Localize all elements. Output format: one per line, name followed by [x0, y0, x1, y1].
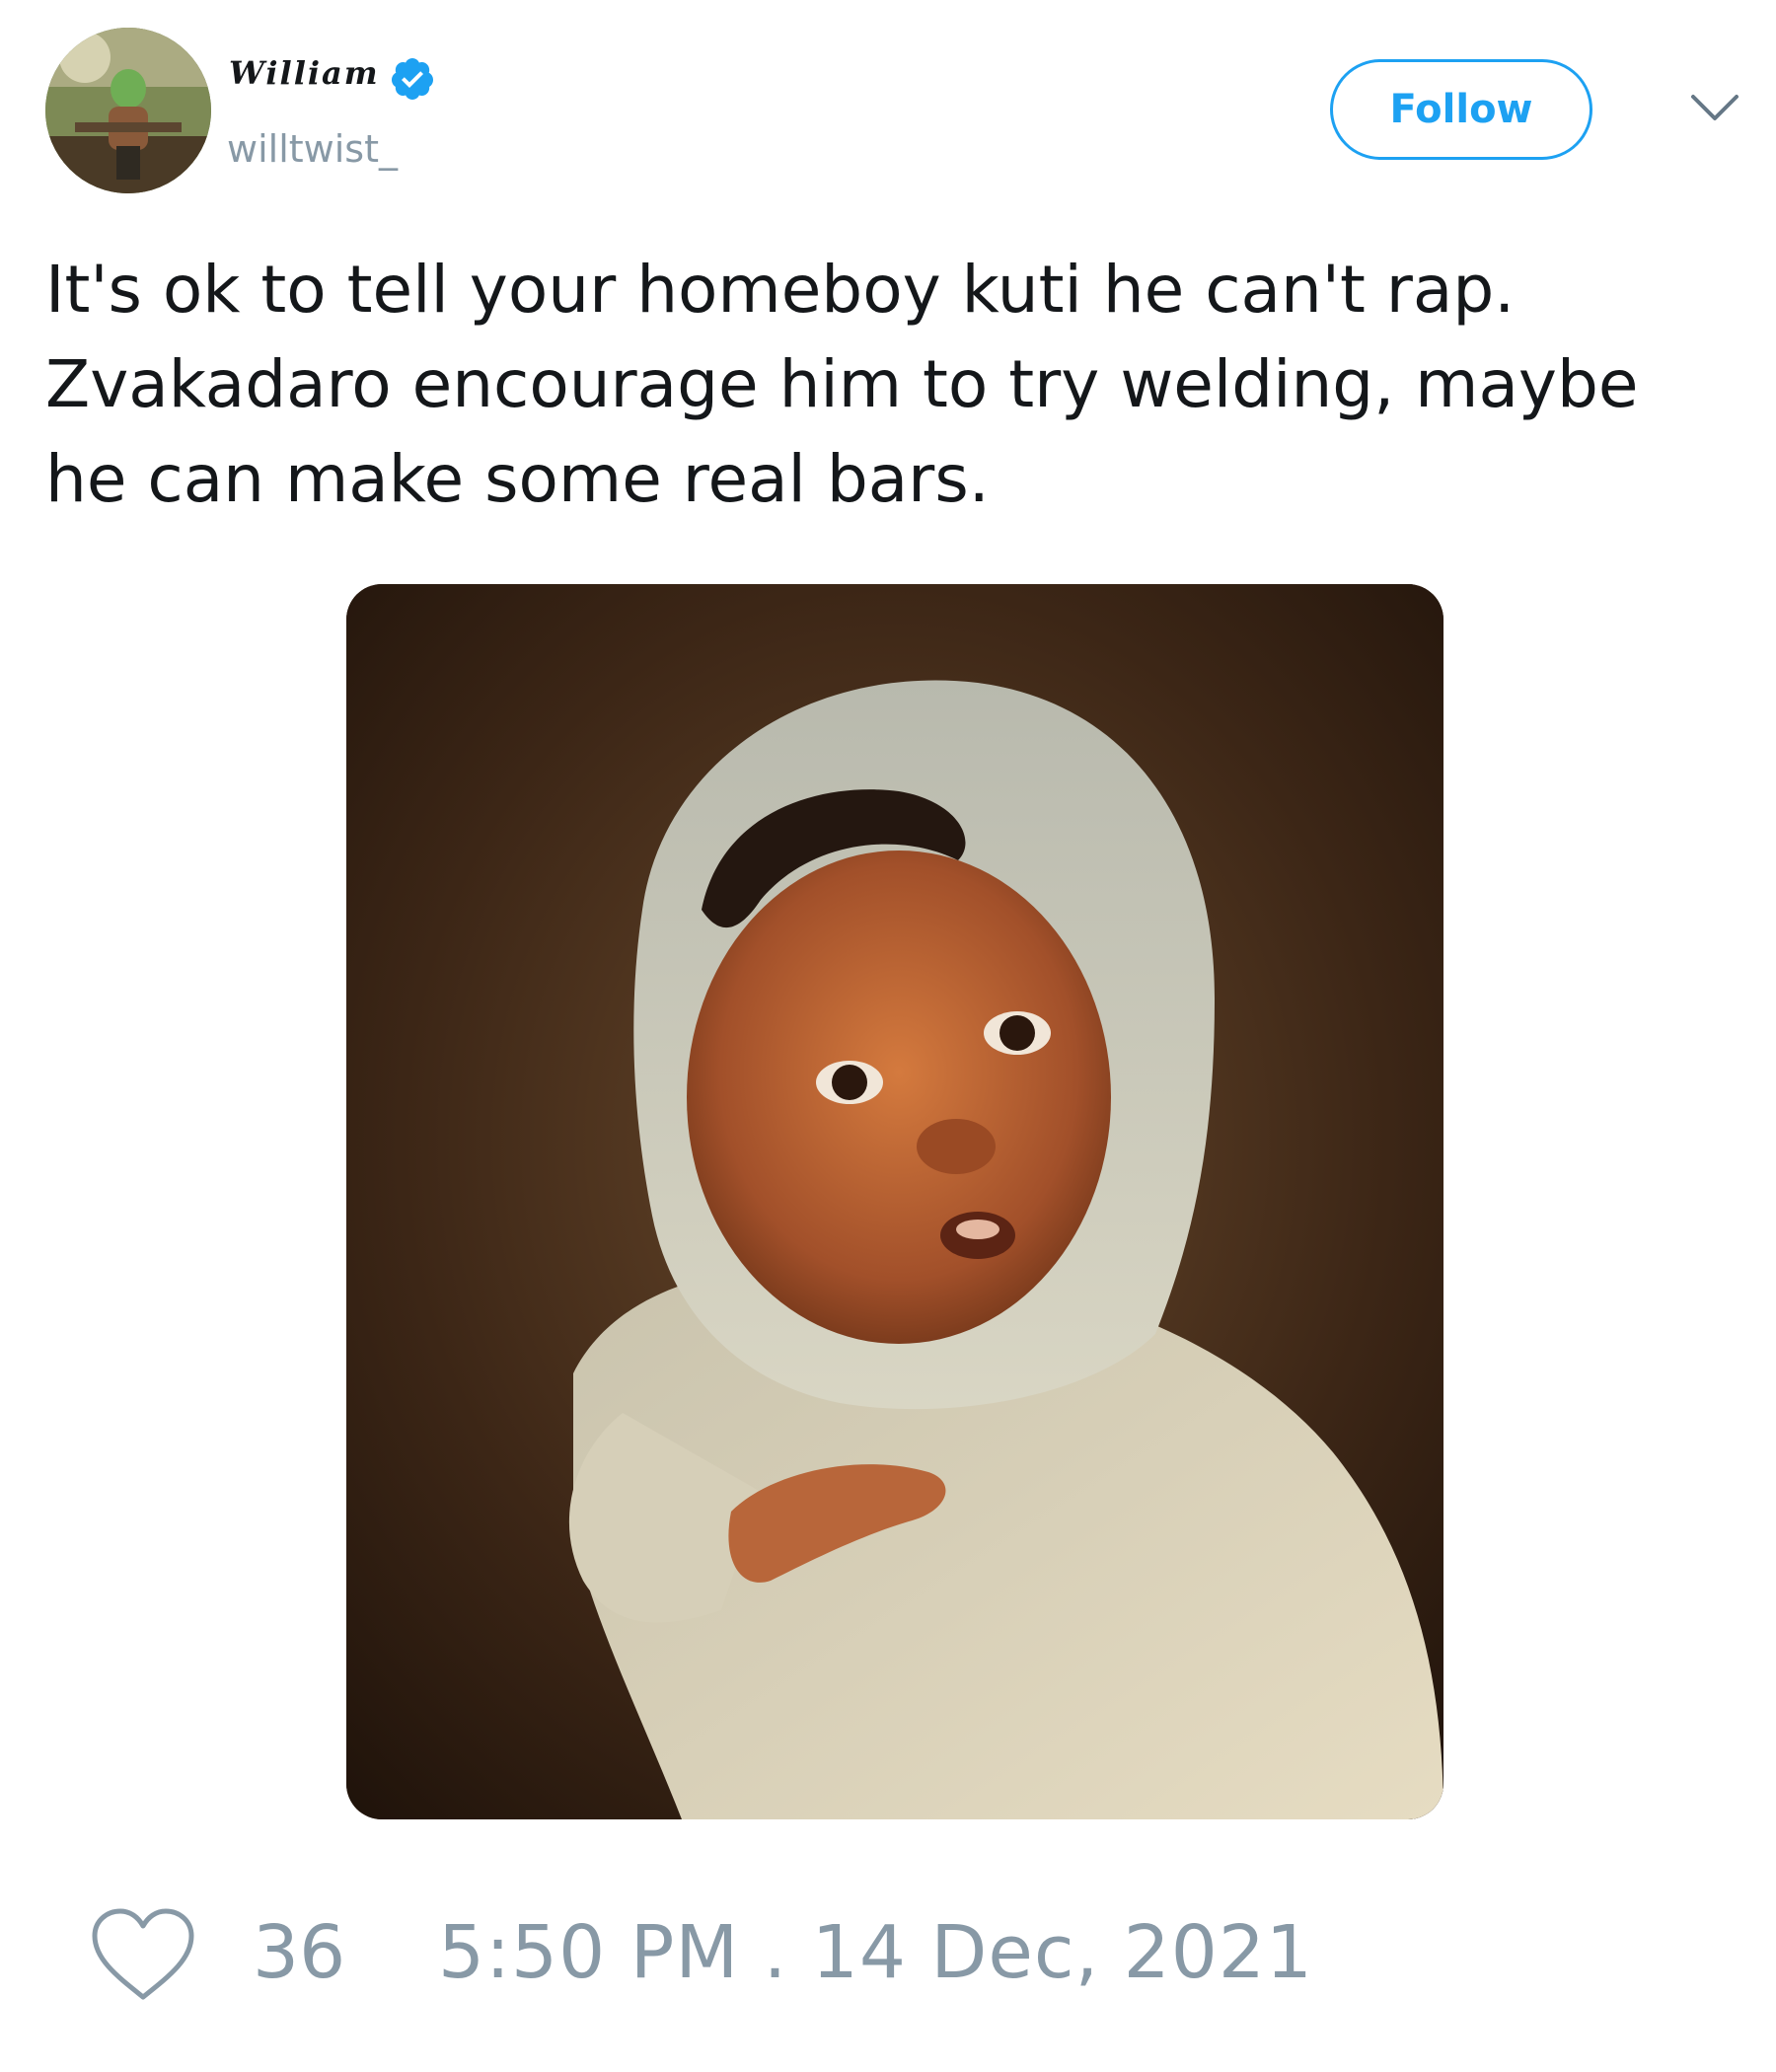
avatar[interactable]	[45, 28, 211, 193]
tweet-media-photo[interactable]	[346, 584, 1443, 1819]
avatar-image	[45, 28, 211, 193]
tweet-text: It's ok to tell your homeboy kuti he can…	[45, 252, 1639, 517]
like-count[interactable]: 36	[253, 1916, 345, 1989]
chevron-down-icon[interactable]	[1689, 91, 1740, 126]
heart-icon[interactable]	[89, 1906, 197, 2005]
follow-button[interactable]: Follow	[1330, 59, 1592, 160]
tweet-timestamp[interactable]: 5:50 PM . 14 Dec, 2021	[438, 1916, 1313, 1989]
author-handle[interactable]: willtwist_	[227, 130, 398, 168]
baby-photo	[346, 584, 1443, 1819]
tweet-footer: 36 5:50 PM . 14 Dec, 2021	[0, 1894, 1776, 2003]
verified-badge-icon	[391, 58, 433, 100]
author-display-name[interactable]: William	[229, 57, 380, 89]
